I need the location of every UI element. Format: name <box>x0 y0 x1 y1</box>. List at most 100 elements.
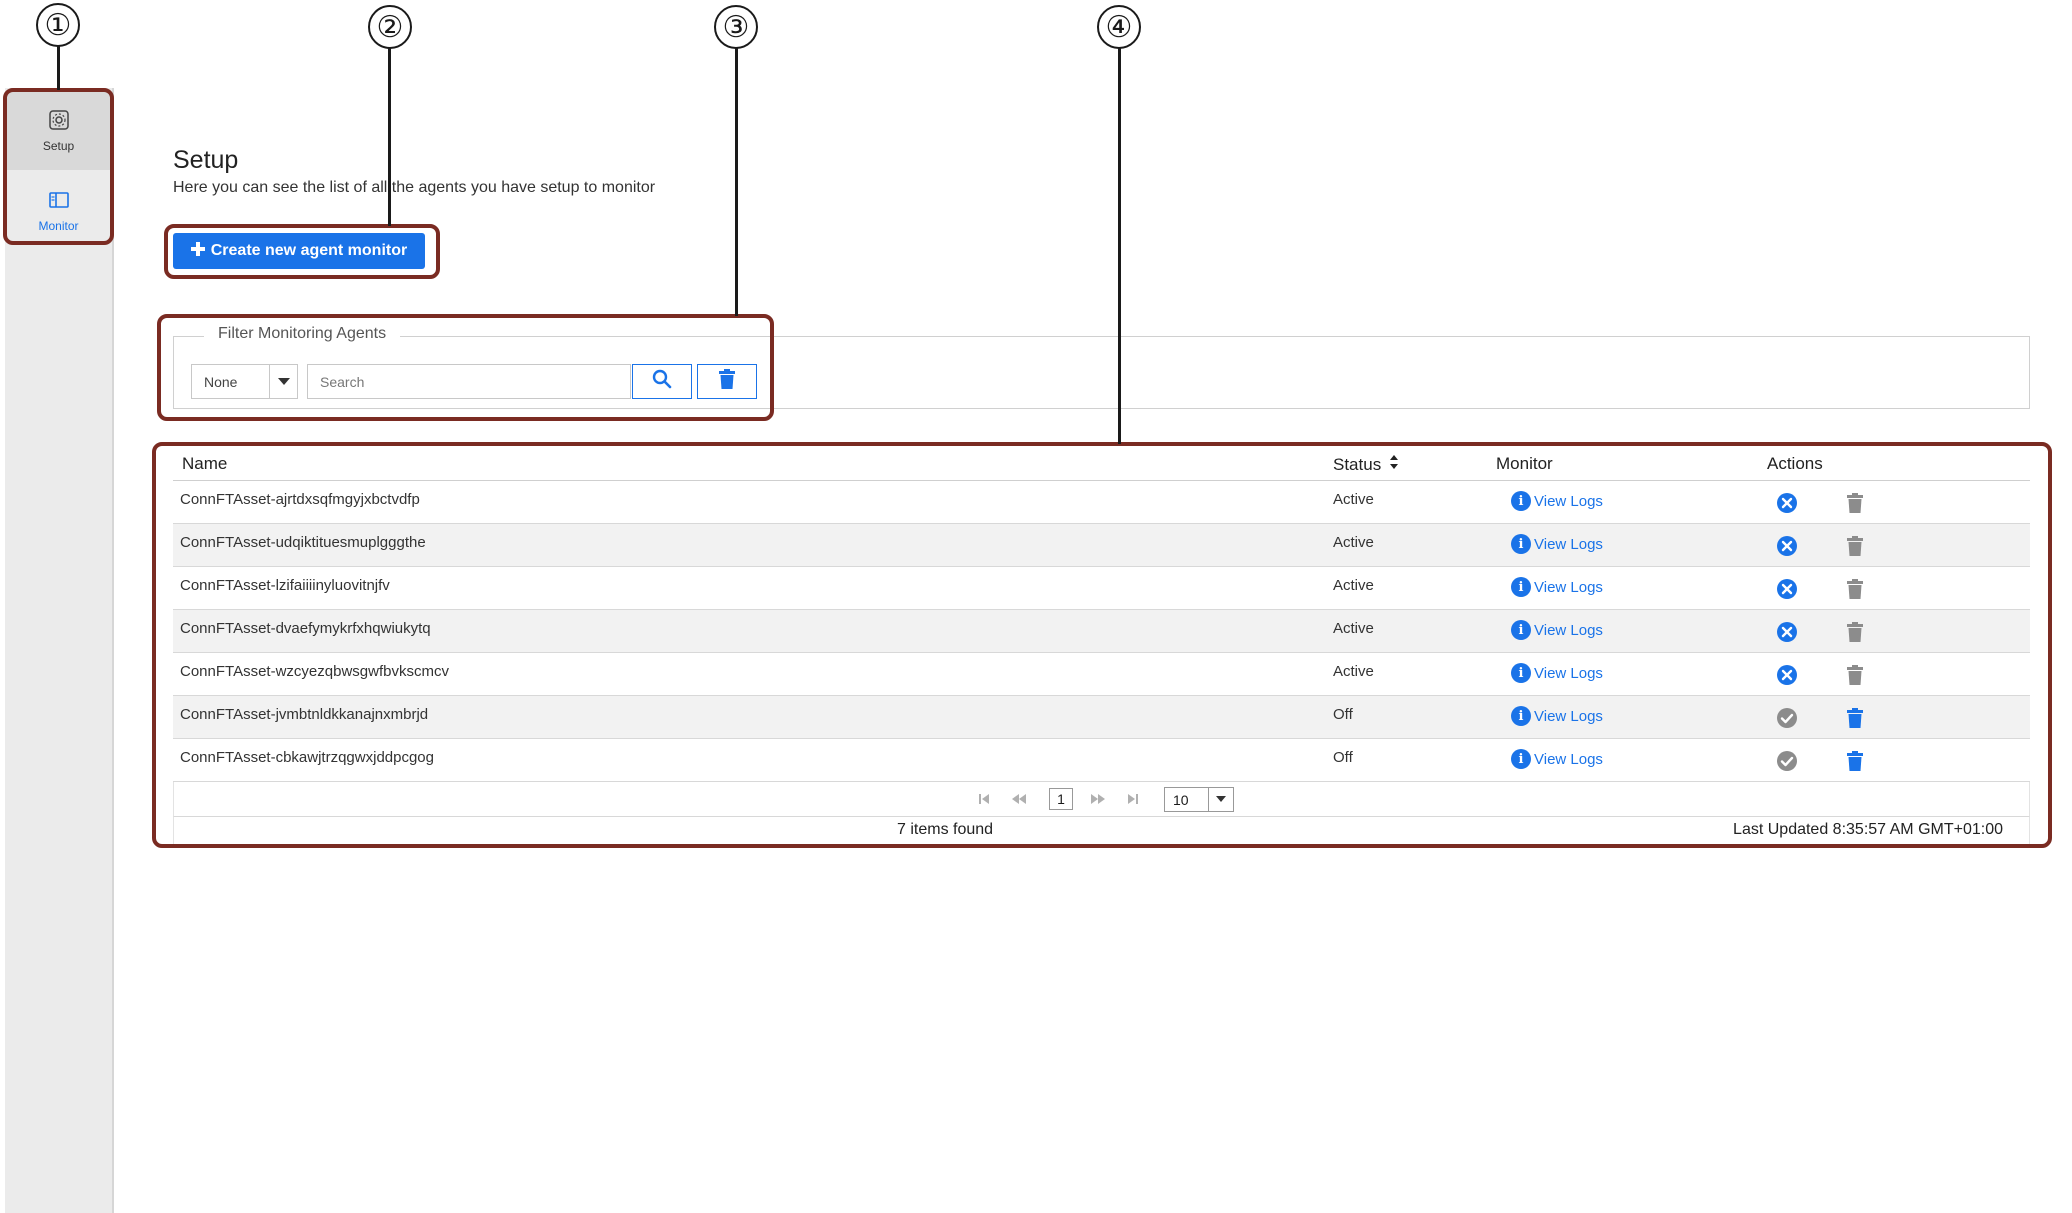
view-logs-label: View Logs <box>1534 621 1603 639</box>
chevron-down-icon <box>1208 788 1233 811</box>
view-logs-label: View Logs <box>1534 578 1603 596</box>
last-updated-timestamp: Last Updated 8:35:57 AM GMT+01:00 <box>1733 821 2003 838</box>
delete-trash-icon[interactable] <box>1843 706 1867 730</box>
agent-status: Off <box>1333 706 1353 723</box>
agent-status: Active <box>1333 491 1374 508</box>
clear-filter-button[interactable] <box>697 364 757 399</box>
callout-leader-1 <box>57 46 60 90</box>
callout-leader-2 <box>388 48 391 226</box>
agents-table: Name Status Monitor Actions ConnFTAsset-… <box>173 447 2030 846</box>
page-description: Here you can see the list of all the age… <box>173 179 656 196</box>
chevron-down-icon[interactable] <box>269 365 297 398</box>
delete-trash-icon[interactable] <box>1843 491 1867 515</box>
info-icon: i <box>1511 620 1531 640</box>
table-row: ConnFTAsset-cbkawjtrzqgwxjddpcgog Off i … <box>173 739 2030 782</box>
table-row: ConnFTAsset-lzifaiiiinyluovitnjfv Active… <box>173 567 2030 610</box>
page-title: Setup <box>173 146 239 174</box>
activate-check-icon[interactable] <box>1775 706 1799 730</box>
callout-number-3: ③ <box>714 5 758 49</box>
column-header-status[interactable]: Status <box>1333 454 1399 475</box>
items-found-count: 7 items found <box>897 821 994 838</box>
table-header: Name Status Monitor Actions <box>173 447 2030 481</box>
view-logs-link[interactable]: i View Logs <box>1511 749 1603 769</box>
info-icon: i <box>1511 663 1531 683</box>
filter-legend: Filter Monitoring Agents <box>204 325 401 343</box>
delete-trash-icon[interactable] <box>1843 749 1867 773</box>
gear-icon <box>48 109 70 131</box>
delete-trash-icon[interactable] <box>1843 620 1867 644</box>
agent-status: Active <box>1333 663 1374 680</box>
delete-trash-icon[interactable] <box>1843 577 1867 601</box>
delete-trash-icon[interactable] <box>1843 663 1867 687</box>
last-page-icon[interactable] <box>1121 788 1145 810</box>
filter-select-value: None <box>204 374 238 390</box>
column-header-monitor: Monitor <box>1496 454 1553 473</box>
sidebar-item-setup[interactable]: Setup <box>5 92 112 170</box>
view-logs-link[interactable]: i View Logs <box>1511 706 1603 726</box>
view-logs-link[interactable]: i View Logs <box>1511 663 1603 683</box>
column-header-status-label: Status <box>1333 454 1382 474</box>
sidebar-item-label: Monitor <box>38 219 79 233</box>
pagination-bar: 1 10 <box>173 782 2030 817</box>
view-logs-label: View Logs <box>1534 707 1603 725</box>
column-header-actions: Actions <box>1767 454 1823 473</box>
sidebar-item-monitor[interactable]: Monitor <box>5 172 112 250</box>
callout-leader-3 <box>735 48 738 316</box>
info-icon: i <box>1511 491 1531 511</box>
table-row: ConnFTAsset-udqiktituesmuplgggthe Active… <box>173 524 2030 567</box>
view-logs-link[interactable]: i View Logs <box>1511 491 1603 511</box>
agent-name: ConnFTAsset-jvmbtnldkkanajnxmbrjd <box>180 706 429 723</box>
info-icon: i <box>1511 706 1531 726</box>
table-footer: 7 items found Last Updated 8:35:57 AM GM… <box>173 817 2030 846</box>
callout-number-1: ① <box>36 3 80 47</box>
callout-leader-4 <box>1118 48 1121 444</box>
agent-name: ConnFTAsset-cbkawjtrzqgwxjddpcgog <box>180 749 434 766</box>
info-icon: i <box>1511 534 1531 554</box>
deactivate-x-icon[interactable] <box>1775 491 1799 515</box>
table-row: ConnFTAsset-ajrtdxsqfmgyjxbctvdfp Active… <box>173 481 2030 524</box>
view-logs-label: View Logs <box>1534 492 1603 510</box>
view-logs-label: View Logs <box>1534 664 1603 682</box>
filter-select[interactable]: None <box>191 364 298 399</box>
agent-status: Off <box>1333 749 1353 766</box>
deactivate-x-icon[interactable] <box>1775 577 1799 601</box>
agent-name: ConnFTAsset-wzcyezqbwsgwfbvkscmcv <box>180 663 449 680</box>
page-size-select[interactable]: 10 <box>1164 787 1234 812</box>
deactivate-x-icon[interactable] <box>1775 534 1799 558</box>
create-button-label: Create new agent monitor <box>210 242 408 259</box>
column-header-name: Name <box>182 454 228 473</box>
previous-page-icon[interactable] <box>1007 788 1031 810</box>
info-icon: i <box>1511 577 1531 597</box>
plus-icon <box>190 241 205 261</box>
agent-name: ConnFTAsset-ajrtdxsqfmgyjxbctvdfp <box>180 491 420 508</box>
view-logs-link[interactable]: i View Logs <box>1511 534 1603 554</box>
search-icon <box>652 369 672 394</box>
monitor-panel-icon <box>48 189 70 211</box>
agent-status: Active <box>1333 534 1374 551</box>
agent-name: ConnFTAsset-udqiktituesmuplgggthe <box>180 534 426 551</box>
view-logs-link[interactable]: i View Logs <box>1511 577 1603 597</box>
delete-trash-icon[interactable] <box>1843 534 1867 558</box>
agent-status: Active <box>1333 577 1374 594</box>
view-logs-link[interactable]: i View Logs <box>1511 620 1603 640</box>
deactivate-x-icon[interactable] <box>1775 663 1799 687</box>
callout-number-2: ② <box>368 5 412 49</box>
create-agent-monitor-button[interactable]: Create new agent monitor <box>173 233 425 269</box>
current-page[interactable]: 1 <box>1049 788 1073 810</box>
search-input[interactable] <box>307 364 631 399</box>
trash-icon <box>719 369 735 394</box>
first-page-icon[interactable] <box>972 788 996 810</box>
table-body: ConnFTAsset-ajrtdxsqfmgyjxbctvdfp Active… <box>173 481 2030 782</box>
deactivate-x-icon[interactable] <box>1775 620 1799 644</box>
search-button[interactable] <box>632 364 692 399</box>
sidebar-item-label: Setup <box>42 139 75 153</box>
sidebar: Setup Monitor <box>5 88 114 1213</box>
callout-number-4: ④ <box>1097 5 1141 49</box>
next-page-icon[interactable] <box>1086 788 1110 810</box>
sort-icon <box>1389 454 1399 475</box>
agent-name: ConnFTAsset-lzifaiiiinyluovitnjfv <box>180 577 390 594</box>
page-size-value: 10 <box>1173 792 1189 808</box>
view-logs-label: View Logs <box>1534 750 1603 768</box>
activate-check-icon[interactable] <box>1775 749 1799 773</box>
agent-status: Active <box>1333 620 1374 637</box>
